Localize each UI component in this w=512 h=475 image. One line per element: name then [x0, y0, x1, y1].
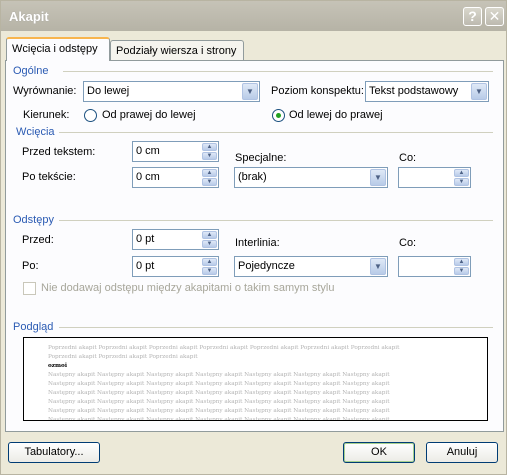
no-space-same-style-label[interactable]: Nie dodawaj odstępu między akapitami o t… — [41, 282, 334, 294]
paragraph-preview: Poprzedni akapit Poprzedni akapit Poprze… — [23, 337, 488, 421]
title-bar[interactable]: Akapit ? ✕ — [1, 1, 506, 31]
spin-up-icon[interactable]: ▲ — [202, 231, 217, 239]
indent-by-spinner[interactable]: ▲ ▼ — [398, 167, 471, 188]
spacing-before-value: 0 pt — [136, 233, 155, 245]
spin-down-icon[interactable]: ▼ — [202, 240, 217, 248]
ok-button[interactable]: OK — [343, 442, 415, 463]
chevron-down-icon[interactable]: ▼ — [471, 83, 487, 100]
indent-heading: Wcięcia — [16, 126, 58, 138]
chevron-down-icon[interactable]: ▼ — [242, 83, 258, 100]
special-label: Specjalne: — [235, 152, 287, 164]
preview-next-line-2: Następny akapit Następny akapit Następny… — [48, 381, 390, 387]
spacing-after-value: 0 pt — [136, 260, 155, 272]
outline-level-select[interactable]: Tekst podstawowy ▼ — [365, 81, 489, 102]
preview-prev-line-2: Poprzedni akapit Poprzedni akapit Poprze… — [48, 354, 198, 360]
alignment-select[interactable]: Do lewej ▼ — [83, 81, 260, 102]
line-spacing-label: Interlinia: — [235, 237, 280, 249]
preview-next-line-6: Następny akapit Następny akapit Następny… — [48, 417, 390, 421]
tabs-button[interactable]: Tabulatory... — [8, 442, 100, 463]
tab-line-page-breaks[interactable]: Podziały wiersza i strony — [110, 40, 244, 62]
paragraph-dialog: Akapit ? ✕ Wcięcia i odstępy Podziały wi… — [0, 0, 507, 475]
direction-ltr-label[interactable]: Od lewej do prawej — [289, 109, 383, 121]
preview-next-line-3: Następny akapit Następny akapit Następny… — [48, 390, 390, 396]
general-heading: Ogólne — [13, 65, 52, 77]
indent-after-label: Po tekście: — [22, 171, 76, 183]
special-indent-value: (brak) — [238, 171, 267, 183]
preview-heading: Podgląd — [13, 321, 57, 333]
alignment-value: Do lewej — [87, 85, 130, 97]
spin-up-icon[interactable]: ▲ — [202, 258, 217, 266]
spacing-heading: Odstępy — [13, 214, 57, 226]
spacing-before-spinner[interactable]: 0 pt ▲ ▼ — [132, 229, 219, 250]
spin-up-icon[interactable]: ▲ — [202, 143, 217, 151]
spacing-divider — [59, 220, 493, 221]
chevron-down-icon[interactable]: ▼ — [370, 169, 386, 186]
direction-rtl-radio[interactable] — [84, 109, 97, 122]
chevron-down-icon[interactable]: ▼ — [370, 258, 386, 275]
preview-next-line-1: Następny akapit Następny akapit Następny… — [48, 372, 390, 378]
line-spacing-value: Pojedyncze — [238, 260, 295, 272]
line-spacing-select[interactable]: Pojedyncze ▼ — [234, 256, 388, 277]
indent-before-value: 0 cm — [136, 145, 160, 157]
preview-prev-line-1: Poprzedni akapit Poprzedni akapit Poprze… — [48, 345, 400, 351]
special-indent-select[interactable]: (brak) ▼ — [234, 167, 388, 188]
spin-down-icon[interactable]: ▼ — [202, 178, 217, 186]
no-space-same-style-checkbox[interactable] — [23, 282, 36, 295]
spin-down-icon[interactable]: ▼ — [202, 267, 217, 275]
outline-level-label: Poziom konspektu: — [271, 85, 364, 97]
outline-level-value: Tekst podstawowy — [369, 85, 459, 97]
close-button[interactable]: ✕ — [485, 7, 504, 26]
preview-current-line: ozmoi — [48, 363, 67, 369]
tab-indents-spacing[interactable]: Wcięcia i odstępy — [6, 37, 110, 61]
indent-after-value: 0 cm — [136, 171, 160, 183]
alignment-label: Wyrównanie: — [13, 85, 77, 97]
spin-up-icon[interactable]: ▲ — [202, 169, 217, 177]
help-icon: ? — [468, 8, 477, 24]
spin-up-icon[interactable]: ▲ — [454, 258, 469, 266]
general-divider — [63, 71, 493, 72]
direction-rtl-label[interactable]: Od prawej do lewej — [102, 109, 196, 121]
spacing-after-spinner[interactable]: 0 pt ▲ ▼ — [132, 256, 219, 277]
direction-label: Kierunek: — [23, 109, 70, 121]
direction-ltr-radio[interactable] — [272, 109, 285, 122]
preview-next-line-4: Następny akapit Następny akapit Następny… — [48, 399, 390, 405]
spacing-at-label: Co: — [399, 237, 417, 249]
close-icon: ✕ — [488, 8, 501, 24]
spin-down-icon[interactable]: ▼ — [202, 152, 217, 160]
indent-after-spinner[interactable]: 0 cm ▲ ▼ — [132, 167, 219, 188]
spacing-after-label: Po: — [22, 260, 39, 272]
spin-up-icon[interactable]: ▲ — [454, 169, 469, 177]
indent-by-label: Co: — [399, 152, 417, 164]
indent-before-spinner[interactable]: 0 cm ▲ ▼ — [132, 141, 219, 162]
indent-before-label: Przed tekstem: — [22, 146, 96, 158]
spin-down-icon[interactable]: ▼ — [454, 267, 469, 275]
spin-down-icon[interactable]: ▼ — [454, 178, 469, 186]
preview-divider — [59, 327, 493, 328]
help-button[interactable]: ? — [463, 7, 482, 26]
dialog-title: Akapit — [9, 9, 49, 24]
spacing-at-spinner[interactable]: ▲ ▼ — [398, 256, 471, 277]
preview-next-line-5: Następny akapit Następny akapit Następny… — [48, 408, 390, 414]
spacing-before-label: Przed: — [22, 234, 54, 246]
cancel-button[interactable]: Anuluj — [426, 442, 498, 463]
indent-divider — [59, 132, 493, 133]
